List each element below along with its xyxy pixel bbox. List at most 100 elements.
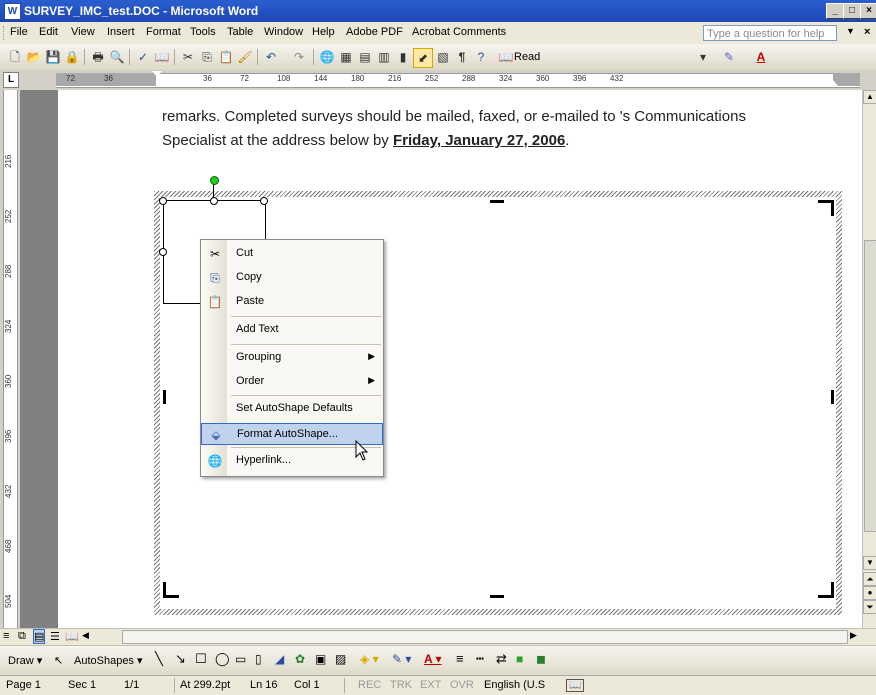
- reading-layout-icon[interactable]: 📖: [65, 630, 79, 643]
- scroll-up-icon[interactable]: ▲: [863, 90, 876, 104]
- picture-icon[interactable]: ▨: [335, 652, 346, 666]
- line-style-icon[interactable]: ≡: [456, 651, 464, 666]
- menu-item-paste[interactable]: 📋 Paste: [201, 291, 383, 313]
- save-icon[interactable]: 💾: [44, 48, 62, 66]
- menu-tools[interactable]: Tools: [190, 26, 216, 38]
- ruler-strip[interactable]: [56, 73, 860, 88]
- menu-grip[interactable]: [3, 26, 6, 40]
- word-icon[interactable]: W: [4, 3, 21, 20]
- open-folder-icon[interactable]: 📂: [25, 48, 43, 66]
- status-extend[interactable]: EXT: [420, 679, 441, 691]
- scroll-left-icon[interactable]: ◀: [82, 630, 89, 641]
- menu-acrobat-comments[interactable]: Acrobat Comments: [412, 26, 506, 38]
- toolbar-options-icon[interactable]: ▾: [694, 48, 712, 66]
- rectangle-icon[interactable]: ☐: [195, 651, 207, 667]
- vertical-scrollbar[interactable]: ▲ ▼ ⏶ ● ⏷: [862, 90, 876, 628]
- crop-handle[interactable]: [490, 200, 504, 203]
- menu-view[interactable]: View: [71, 26, 95, 38]
- normal-view-icon[interactable]: ≡: [3, 630, 9, 642]
- format-painter-icon[interactable]: 🖌: [236, 48, 254, 66]
- read-mode-icon[interactable]: 📖: [497, 48, 515, 66]
- line-icon[interactable]: ╲: [155, 651, 163, 667]
- minimize-button[interactable]: _: [826, 3, 844, 19]
- menu-item-add-text[interactable]: Add Text: [201, 319, 383, 341]
- cut-icon[interactable]: ✂: [179, 48, 197, 66]
- tables-borders-icon[interactable]: ▦: [337, 48, 355, 66]
- 3d-style-icon[interactable]: ◼: [536, 652, 546, 666]
- menu-item-order[interactable]: Order ▶: [201, 371, 383, 393]
- permission-icon[interactable]: 🔒: [63, 48, 81, 66]
- vertical-text-box-icon[interactable]: ▯: [255, 652, 262, 666]
- menu-item-set-autoshape-defaults[interactable]: Set AutoShape Defaults: [201, 398, 383, 420]
- crop-handle[interactable]: [490, 595, 504, 598]
- menu-file[interactable]: File: [10, 26, 28, 38]
- read-button[interactable]: Read: [514, 51, 540, 63]
- menu-window[interactable]: Window: [264, 26, 303, 38]
- crop-handle[interactable]: [831, 200, 834, 216]
- print-layout-icon[interactable]: ▤: [33, 629, 46, 644]
- new-document-icon[interactable]: 🗋: [6, 48, 24, 66]
- menu-format[interactable]: Format: [146, 26, 181, 38]
- font-color-icon[interactable]: A: [752, 48, 770, 66]
- document-map-icon[interactable]: ▧: [434, 48, 452, 66]
- ask-dropdown-icon[interactable]: ▼: [846, 26, 855, 36]
- arrow-icon[interactable]: ↘: [175, 651, 186, 667]
- menu-adobe-pdf[interactable]: Adobe PDF: [346, 26, 403, 38]
- spelling-icon[interactable]: ✓: [134, 48, 152, 66]
- oval-icon[interactable]: ◯: [215, 651, 230, 667]
- crop-handle[interactable]: [163, 390, 166, 404]
- text-box-icon[interactable]: ▭: [235, 652, 246, 666]
- print-preview-icon[interactable]: 🔍: [108, 48, 126, 66]
- web-layout-icon[interactable]: ⧉: [18, 630, 26, 643]
- menu-item-grouping[interactable]: Grouping ▶: [201, 347, 383, 369]
- rotation-handle[interactable]: [210, 176, 219, 185]
- status-track-changes[interactable]: TRK: [390, 679, 412, 691]
- arrow-style-icon[interactable]: ⇄: [496, 651, 507, 667]
- scroll-down-icon[interactable]: ▼: [863, 556, 876, 570]
- dash-style-icon[interactable]: ┅: [476, 651, 484, 667]
- crop-handle[interactable]: [163, 582, 166, 598]
- crop-handle[interactable]: [831, 390, 834, 404]
- resize-handle[interactable]: [260, 197, 268, 205]
- highlight-icon[interactable]: ✎: [720, 48, 738, 66]
- spelling-status-icon[interactable]: 📖: [566, 679, 585, 692]
- font-color-icon[interactable]: A ▾: [424, 652, 442, 666]
- browse-object-icon[interactable]: ●: [863, 586, 876, 600]
- copy-icon[interactable]: ⎘: [198, 48, 216, 66]
- resize-handle[interactable]: [210, 197, 218, 205]
- columns-icon[interactable]: ▮: [394, 48, 412, 66]
- status-language[interactable]: English (U.S: [484, 679, 545, 691]
- insert-table-icon[interactable]: ▤: [356, 48, 374, 66]
- drawing-icon[interactable]: ⬋: [413, 48, 433, 68]
- scroll-right-icon[interactable]: ▶: [850, 630, 857, 641]
- line-color-icon[interactable]: ✎ ▾: [392, 652, 411, 666]
- wordart-icon[interactable]: ◢: [275, 652, 284, 666]
- shadow-style-icon[interactable]: ■: [516, 652, 523, 666]
- redo-icon[interactable]: ↷: [290, 48, 308, 66]
- paste-icon[interactable]: 📋: [217, 48, 235, 66]
- help-icon[interactable]: ?: [472, 48, 490, 66]
- crop-handle[interactable]: [831, 582, 834, 598]
- ask-question-input[interactable]: Type a question for help: [703, 25, 837, 41]
- select-objects-icon[interactable]: ↖: [54, 654, 63, 667]
- autoshapes-menu[interactable]: AutoShapes ▾: [74, 654, 143, 667]
- menu-item-cut[interactable]: ✂ Cut: [201, 243, 383, 265]
- first-line-indent-marker[interactable]: [152, 71, 162, 77]
- menu-item-copy[interactable]: ⎘ Copy: [201, 267, 383, 289]
- maximize-button[interactable]: □: [843, 3, 861, 19]
- show-formatting-icon[interactable]: ¶: [453, 48, 471, 66]
- menu-insert[interactable]: Insert: [107, 26, 135, 38]
- resize-handle[interactable]: [159, 197, 167, 205]
- next-page-icon[interactable]: ⏷: [863, 600, 876, 614]
- status-overtype[interactable]: OVR: [450, 679, 474, 691]
- close-button[interactable]: ×: [860, 3, 876, 19]
- horizontal-scrollbar[interactable]: [122, 630, 848, 644]
- print-icon[interactable]: 🖶: [89, 48, 107, 66]
- menu-edit[interactable]: Edit: [39, 26, 58, 38]
- close-document-icon[interactable]: ×: [864, 26, 870, 38]
- document-text-line[interactable]: remarks. Completed surveys should be mai…: [162, 108, 746, 125]
- previous-page-icon[interactable]: ⏶: [863, 572, 876, 586]
- menu-table[interactable]: Table: [227, 26, 253, 38]
- outline-view-icon[interactable]: ☰: [50, 630, 60, 643]
- right-indent-marker[interactable]: [828, 80, 838, 86]
